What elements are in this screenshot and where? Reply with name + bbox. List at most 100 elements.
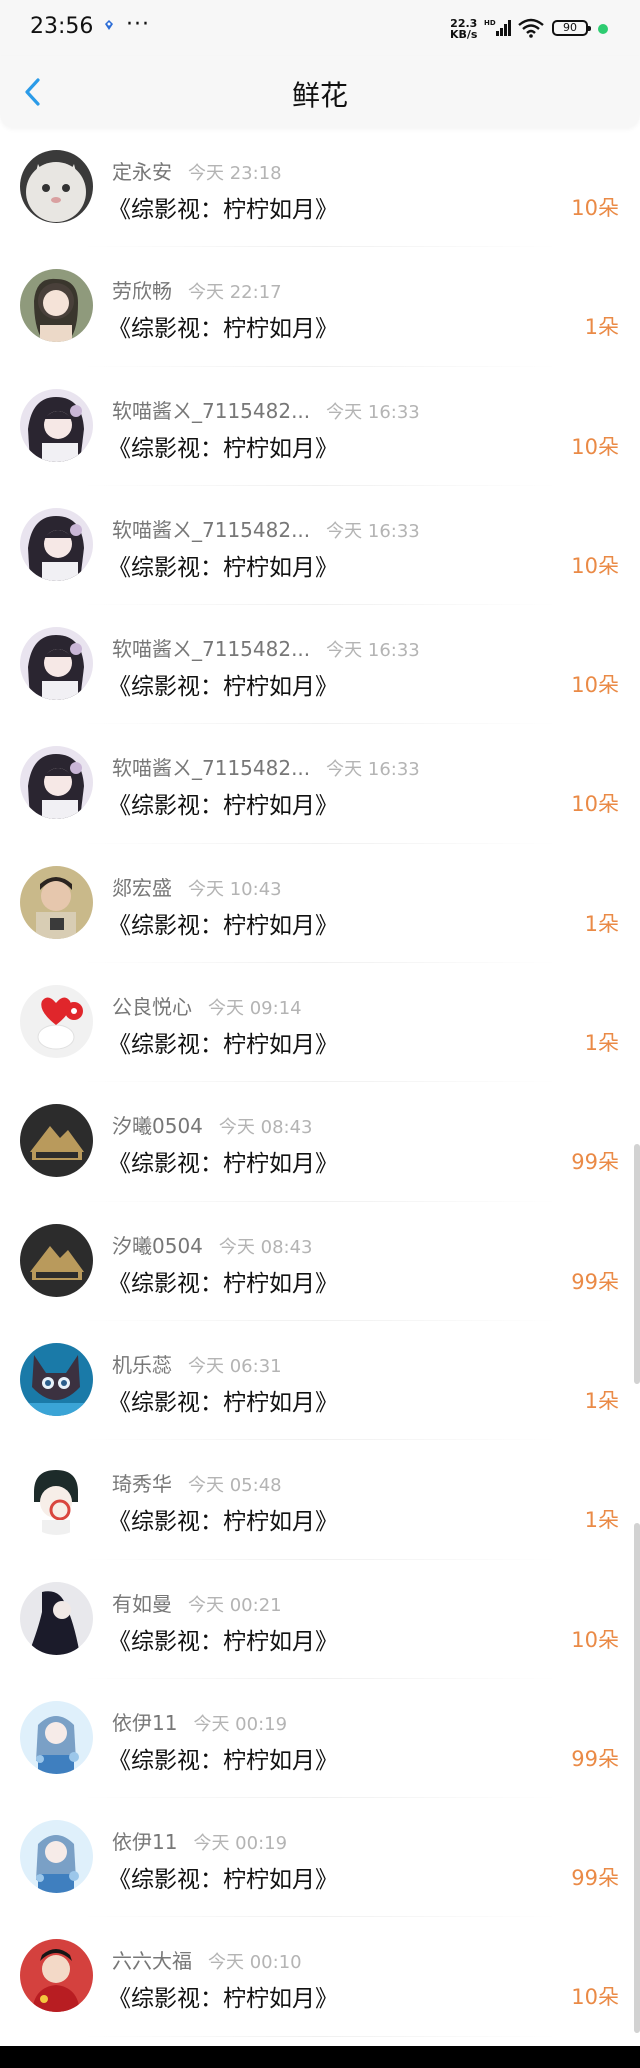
user-name-text: 软喵酱ㄨ_7115482... [112,398,311,423]
book-title: 《综影视：柠柠如月》 [108,435,338,462]
timestamp: 今天 00:19 [193,1833,288,1855]
user-name: 软喵酱ㄨ_7115482... 今天 16:33 [112,752,420,781]
scrollbar[interactable] [634,1144,640,1384]
avatar[interactable] [20,627,93,701]
flower-count: 1朵 [584,1388,619,1413]
location-icon [105,20,113,30]
user-name: 有如曼 今天 00:21 [112,1588,282,1617]
signal-icon: HD [484,19,511,36]
user-name-text: 有如曼 [112,1591,172,1616]
user-name: 依伊11 今天 00:19 [112,1707,287,1736]
divider [80,2035,560,2037]
avatar[interactable] [20,1581,93,1655]
user-name: 软喵酱ㄨ_7115482... 今天 16:33 [112,514,420,543]
avatar[interactable] [20,1462,93,1536]
book-title: 《综影视：柠柠如月》 [108,1747,338,1774]
avatar[interactable] [20,507,93,581]
network-speed: 22.3 KB/s [450,18,477,40]
flower-count: 1朵 [584,315,619,340]
list-item[interactable]: 软喵酱ㄨ_7115482... 今天 16:33 《综影视：柠柠如月》 10朵 [0,605,640,725]
wifi-icon [518,18,544,38]
user-name-text: 琦秀华 [112,1472,172,1497]
user-name: 依伊11 今天 00:19 [112,1826,287,1855]
list-item[interactable]: 六六大福 今天 00:10 《综影视：柠柠如月》 10朵 [0,1917,640,2037]
network-type: HD [484,19,496,27]
timestamp: 今天 23:18 [188,163,282,184]
book-title: 《综影视：柠柠如月》 [108,674,338,701]
list-item[interactable]: 依伊11 今天 00:19 《综影视：柠柠如月》 99朵 [0,1679,640,1799]
avatar[interactable] [20,388,93,462]
avatar[interactable] [20,150,93,223]
list-item[interactable]: 公良悦心 今天 09:14 《综影视：柠柠如月》 1朵 [0,963,640,1083]
user-name-text: 依伊11 [112,1710,178,1735]
list-item[interactable]: 定永安 今天 23:18 《综影视：柠柠如月》 10朵 [0,128,640,248]
flower-count: 10朵 [571,792,619,817]
timestamp: 今天 08:43 [218,1236,313,1258]
list-item[interactable]: 有如曼 今天 00:21 《综影视：柠柠如月》 10朵 [0,1560,640,1679]
avatar[interactable] [20,865,93,939]
book-title: 《综影视：柠柠如月》 [108,1151,338,1178]
avatar[interactable] [20,985,93,1059]
book-title: 《综影视：柠柠如月》 [108,912,338,939]
book-title: 《综影视：柠柠如月》 [108,1032,338,1059]
timestamp: 今天 00:21 [188,1594,282,1616]
book-title: 《综影视：柠柠如月》 [108,1509,338,1536]
list-item[interactable]: 依伊11 今天 00:19 《综影视：柠柠如月》 99朵 [0,1798,640,1918]
flower-count: 1朵 [584,1031,619,1056]
flower-count: 99朵 [571,1269,619,1294]
status-dot [598,24,608,34]
book-title: 《综影视：柠柠如月》 [108,1628,338,1655]
list-item[interactable]: 软喵酱ㄨ_7115482... 今天 16:33 《综影视：柠柠如月》 10朵 [0,724,640,844]
list-item[interactable]: 汐曦0504 今天 08:43 《综影视：柠柠如月》 99朵 [0,1082,640,1202]
user-name-text: 六六大福 [112,1949,192,1974]
page-title: 鲜花 [291,79,348,112]
scrollbar-track[interactable] [634,1523,640,2033]
list-item[interactable]: 汐曦0504 今天 08:43 《综影视：柠柠如月》 99朵 [0,1202,640,1321]
flower-count: 10朵 [571,553,619,578]
header: 鲜花 [0,56,640,128]
list-item[interactable]: 软喵酱ㄨ_7115482... 今天 16:33 《综影视：柠柠如月》 10朵 [0,367,640,486]
list-item[interactable]: 郯宏盛 今天 10:43 《综影视：柠柠如月》 1朵 [0,844,640,964]
avatar[interactable] [20,1939,93,2013]
list-item[interactable]: 劳欣畅 今天 22:17 《综影视：柠柠如月》 1朵 [0,247,640,367]
user-name: 定永安 今天 23:18 [112,156,282,185]
flower-count: 1朵 [584,1508,619,1533]
avatar[interactable] [20,1104,93,1178]
book-title: 《综影视：柠柠如月》 [108,1867,338,1894]
timestamp: 今天 16:33 [326,401,420,423]
user-name-text: 软喵酱ㄨ_7115482... [112,637,311,662]
flower-count: 10朵 [571,1627,619,1652]
timestamp: 今天 00:10 [208,1952,302,1974]
timestamp: 今天 16:33 [326,520,420,542]
network-speed-unit: KB/s [450,28,478,41]
user-name-text: 依伊11 [112,1830,178,1855]
user-name: 汐曦0504 今天 08:43 [112,1230,313,1259]
battery-icon: 90 [552,20,591,36]
user-name: 劳欣畅 今天 22:17 [112,275,282,304]
avatar[interactable] [20,746,93,820]
timestamp: 今天 22:17 [188,282,282,304]
user-name-text: 软喵酱ㄨ_7115482... [112,517,311,542]
user-name-text: 机乐蕊 [112,1352,172,1377]
avatar[interactable] [20,1223,93,1297]
list-item[interactable]: 琦秀华 今天 05:48 《综影视：柠柠如月》 1朵 [0,1440,640,1560]
timestamp: 今天 09:14 [208,998,302,1020]
flower-count: 99朵 [571,1746,619,1771]
timestamp: 今天 06:31 [188,1355,282,1377]
book-title: 《综影视：柠柠如月》 [108,197,338,223]
user-name-text: 软喵酱ㄨ_7115482... [112,756,311,781]
list-item[interactable]: 软喵酱ㄨ_7115482... 今天 16:33 《综影视：柠柠如月》 10朵 [0,486,640,606]
user-name: 软喵酱ㄨ_7115482... 今天 16:33 [112,633,420,662]
timestamp: 今天 16:33 [326,759,420,781]
timestamp: 今天 05:48 [188,1475,282,1497]
user-name: 公良悦心 今天 09:14 [112,991,302,1020]
more-status-icon: ··· [126,12,150,37]
avatar[interactable] [20,1820,93,1894]
avatar[interactable] [20,269,93,343]
flower-count: 10朵 [571,434,619,459]
avatar[interactable] [20,1700,93,1774]
bottom-bar [0,2046,640,2068]
user-name-text: 郯宏盛 [112,875,172,900]
list-item[interactable]: 机乐蕊 今天 06:31 《综影视：柠柠如月》 1朵 [0,1321,640,1441]
avatar[interactable] [20,1342,93,1416]
